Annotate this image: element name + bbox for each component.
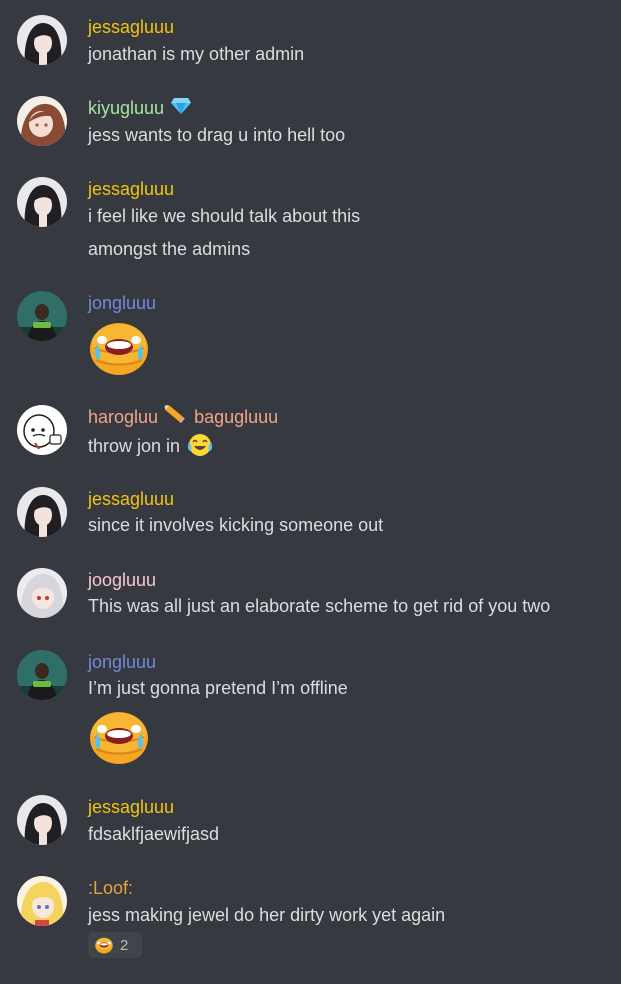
- author-name[interactable]: harogluu: [88, 407, 158, 428]
- avatar[interactable]: [17, 650, 67, 700]
- avatar[interactable]: [17, 568, 67, 618]
- message-text: throw jon in: [88, 433, 213, 458]
- avatar[interactable]: [17, 15, 67, 65]
- author-name[interactable]: joogluuu: [88, 570, 156, 591]
- message-text: jess making jewel do her dirty work yet …: [88, 905, 446, 925]
- author-row: jessagluuu: [88, 795, 174, 819]
- message-text: jonathan is my other admin: [88, 44, 305, 64]
- avatar[interactable]: [17, 795, 67, 845]
- author-row: jessagluuu: [88, 487, 174, 511]
- author-name[interactable]: jessagluuu: [88, 17, 174, 38]
- message-text: jess wants to drag u into hell too: [88, 125, 346, 145]
- author-row: jessagluuu: [88, 177, 174, 201]
- avatar[interactable]: [17, 487, 67, 537]
- author-name[interactable]: jongluuu: [88, 652, 156, 673]
- author-row: :Loof:: [88, 876, 133, 900]
- avatar[interactable]: [17, 291, 67, 341]
- author-name[interactable]: jessagluuu: [88, 797, 174, 818]
- author-name[interactable]: :Loof:: [88, 878, 133, 899]
- author-row: jongluuu: [88, 291, 156, 315]
- reaction-count: 2: [120, 936, 129, 954]
- author-row: jongluuu: [88, 650, 156, 674]
- avatar[interactable]: [17, 96, 67, 146]
- message-text: I’m just gonna pretend I’m offline: [88, 678, 348, 698]
- pencil-icon: [163, 404, 188, 431]
- message-text: i feel like we should talk about this: [88, 206, 361, 226]
- author-name[interactable]: jessagluuu: [88, 489, 174, 510]
- message-text: since it involves kicking someone out: [88, 515, 384, 535]
- author-row: joogluuu: [88, 568, 156, 592]
- author-row: kiyugluuu: [88, 96, 192, 120]
- crying-pancake-emoji[interactable]: [86, 703, 152, 769]
- crying-pancake-emoji: [94, 935, 114, 955]
- reaction-button[interactable]: 2: [88, 932, 142, 958]
- message-text: fdsaklfjaewifjasd: [88, 824, 220, 844]
- message-text: This was all just an elaborate scheme to…: [88, 596, 551, 616]
- author-row: harogluu bagugluuu: [88, 404, 278, 431]
- message-text: amongst the admins: [88, 239, 251, 259]
- author-name[interactable]: jongluuu: [88, 293, 156, 314]
- message-text-content: throw jon in: [88, 436, 181, 456]
- gem-icon[interactable]: [170, 97, 192, 120]
- author-row: jessagluuu: [88, 15, 174, 39]
- joy-emoji[interactable]: [187, 433, 213, 457]
- avatar[interactable]: [17, 405, 67, 455]
- author-name[interactable]: jessagluuu: [88, 179, 174, 200]
- avatar[interactable]: [17, 177, 67, 227]
- author-name[interactable]: kiyugluuu: [88, 98, 164, 119]
- avatar[interactable]: [17, 876, 67, 926]
- author-name[interactable]: bagugluuu: [194, 407, 278, 428]
- crying-pancake-emoji[interactable]: [86, 314, 152, 380]
